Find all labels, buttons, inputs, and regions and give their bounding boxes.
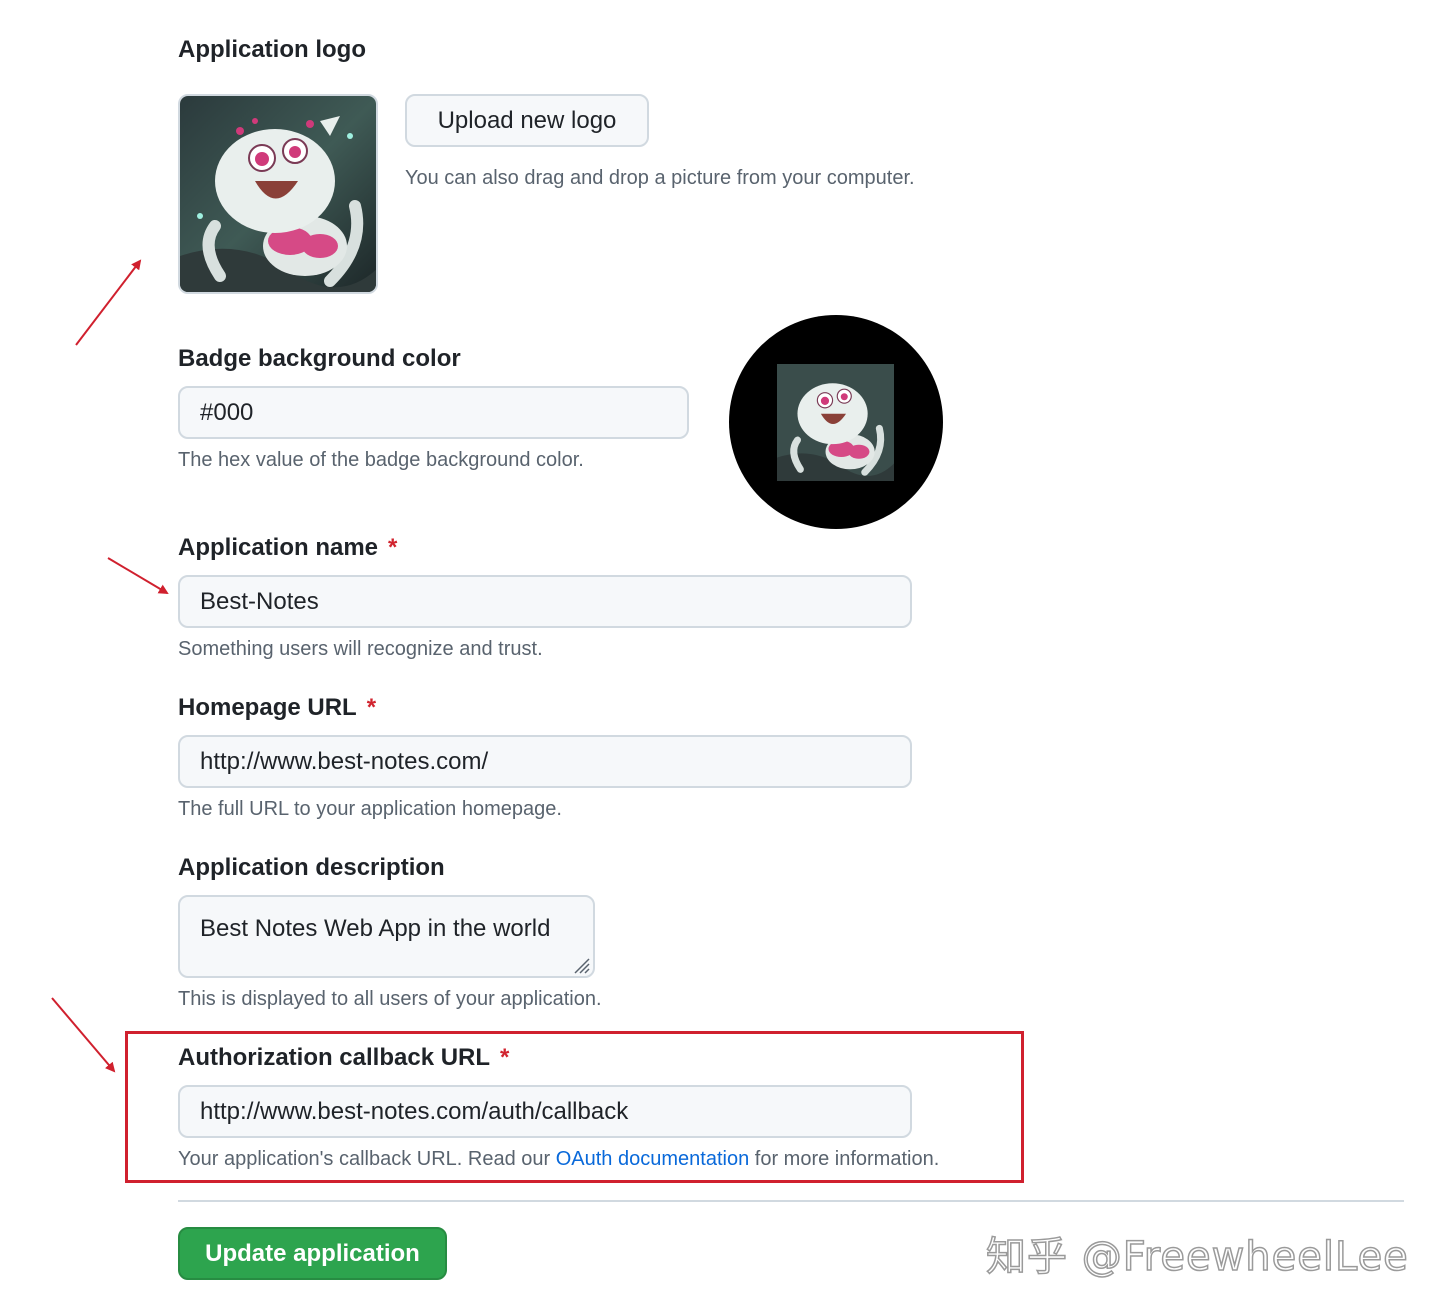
arrow-to-app-name — [107, 557, 169, 595]
arrow-to-callback — [51, 997, 116, 1073]
annotation-arrows — [51, 259, 169, 1073]
watermark: 知乎 @FreewheelLee — [985, 1233, 1409, 1281]
arrow-to-logo — [75, 259, 142, 346]
